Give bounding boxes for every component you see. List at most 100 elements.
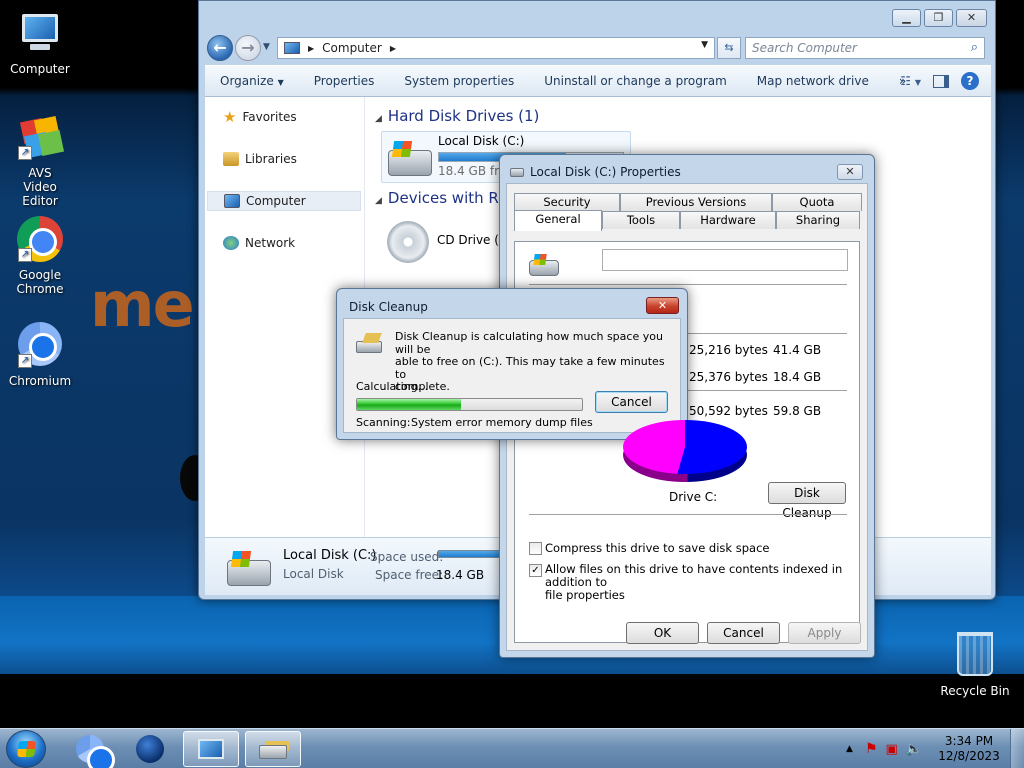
desktop-icon-label: Recycle Bin (940, 684, 1010, 698)
drive-label: Drive C: (669, 490, 718, 504)
system-properties-command[interactable]: System properties (389, 74, 529, 88)
desktop-icon-google-chrome[interactable]: ↗ Google Chrome (0, 216, 80, 296)
tab-quota[interactable]: Quota (772, 193, 862, 211)
recent-pages-icon[interactable]: ▼ (263, 42, 270, 52)
taskbar-explorer[interactable] (183, 731, 239, 767)
start-button[interactable] (6, 730, 46, 768)
drive-name: Local Disk (C:) (438, 134, 525, 148)
tab-previous-versions[interactable]: Previous Versions (620, 193, 772, 211)
hard-drive-icon (388, 141, 432, 176)
disk-cleanup-title: Disk Cleanup (349, 300, 428, 314)
disk-cleanup-close-button[interactable]: ✕ (646, 297, 679, 314)
help-icon[interactable]: ? (961, 72, 979, 90)
address-segment[interactable]: Computer (322, 41, 382, 55)
volume-icon[interactable]: 🔈 (906, 742, 922, 757)
hard-drive-icon (227, 551, 271, 586)
address-bar[interactable]: ▶ Computer ▶ ▼ (277, 37, 715, 59)
desktop-icon-recycle-bin[interactable]: Recycle Bin (935, 632, 1015, 698)
apply-button[interactable]: Apply (788, 622, 861, 644)
organize-menu[interactable]: Organize ▼ (205, 74, 299, 88)
navigation-bar: ← → ▼ ▶ Computer ▶ ▼ ⇆ Search Computer ⌕ (205, 34, 991, 62)
ok-button[interactable]: OK (626, 622, 699, 644)
star-icon: ★ (223, 108, 237, 126)
taskbar-chromium[interactable] (62, 731, 118, 768)
free-space-bytes: 25,376 bytes (689, 370, 768, 384)
search-input[interactable]: Search Computer ⌕ (745, 37, 985, 59)
uninstall-program-command[interactable]: Uninstall or change a program (529, 74, 742, 88)
maximize-button[interactable]: ❐ (924, 9, 953, 27)
index-label: Allow files on this drive to have conten… (545, 562, 843, 602)
tab-hardware[interactable]: Hardware (680, 211, 776, 229)
hard-drive-icon (529, 254, 559, 276)
tab-general[interactable]: General (514, 210, 602, 231)
index-checkbox[interactable]: ✓ (529, 564, 542, 577)
action-center-icon[interactable]: ⚑ (865, 741, 878, 757)
show-hidden-icons-icon[interactable]: ▲ (846, 744, 853, 754)
desktop-icon-computer[interactable]: Computer (0, 10, 80, 76)
search-placeholder: Search Computer (752, 41, 857, 55)
disk-usage-pie-chart (623, 420, 747, 482)
taskbar-disk-cleanup[interactable] (245, 731, 301, 767)
address-chevron-icon[interactable]: ▶ (390, 44, 396, 53)
desktop-icon-label: AVS Video Editor (22, 166, 58, 208)
forward-button[interactable]: → (235, 35, 261, 61)
tab-sharing[interactable]: Sharing (776, 211, 860, 229)
properties-command[interactable]: Properties (299, 74, 390, 88)
network-status-icon[interactable]: ▣ (886, 742, 898, 757)
scanning-label: Scanning: (356, 416, 411, 429)
free-space-size: 18.4 GB (773, 370, 822, 384)
clock[interactable]: 3:34 PM 12/8/2023 (928, 734, 1010, 764)
disk-cleanup-button[interactable]: Disk Cleanup (768, 482, 846, 520)
address-dropdown-icon[interactable]: ▼ (701, 40, 708, 50)
refresh-button[interactable]: ⇆ (717, 37, 741, 59)
map-network-drive-command[interactable]: Map network drive (742, 74, 884, 88)
change-view-icon[interactable]: ☷ ▼ (900, 74, 921, 88)
taskbar-browser-globe[interactable] (122, 731, 178, 767)
nav-item-favorites[interactable]: ★ Favorites (207, 107, 361, 127)
address-chevron-icon[interactable]: ▶ (308, 44, 314, 53)
cd-drive-icon (387, 221, 429, 263)
nav-item-libraries[interactable]: Libraries (207, 149, 361, 169)
used-space-bytes: 25,216 bytes (689, 343, 768, 357)
disk-cleanup-dialog: Disk Cleanup ✕ Disk Cleanup is calculati… (336, 288, 688, 440)
details-space-bar (438, 550, 508, 558)
tab-tools[interactable]: Tools (602, 211, 680, 229)
compress-label: Compress this drive to save disk space (545, 541, 770, 555)
disk-cleanup-body: Disk Cleanup is calculating how much spa… (343, 318, 681, 433)
cancel-button[interactable]: Cancel (707, 622, 780, 644)
computer-icon (198, 739, 224, 759)
details-space-used-label: Space used: (370, 550, 444, 564)
disk-cleanup-icon (259, 745, 287, 759)
nav-item-computer[interactable]: Computer (207, 191, 361, 211)
group-hard-disk-drives[interactable]: ◢ Hard Disk Drives (1) (375, 107, 539, 125)
details-drive-name: Local Disk (C:) (283, 548, 377, 563)
close-button[interactable]: ✕ (956, 9, 987, 27)
desktop-icon-chromium[interactable]: ↗ Chromium (0, 322, 80, 388)
preview-pane-icon[interactable] (933, 74, 949, 88)
computer-icon (224, 194, 240, 208)
show-desktop-button[interactable] (1010, 729, 1024, 768)
libraries-icon (223, 152, 239, 166)
details-space-free-value: 18.4 GB (436, 568, 485, 582)
nav-item-network[interactable]: Network (207, 233, 361, 253)
disk-cleanup-icon (354, 333, 384, 355)
back-button[interactable]: ← (207, 35, 233, 61)
search-icon[interactable]: ⌕ (971, 38, 978, 58)
compress-checkbox[interactable] (529, 542, 542, 555)
taskbar: ▲ ⚑ ▣ 🔈 3:34 PM 12/8/2023 (0, 728, 1024, 768)
chromium-icon (76, 735, 115, 768)
desktop-icon-avs-video-editor[interactable]: ↗ AVS Video Editor (0, 114, 80, 208)
drive-label-input[interactable] (602, 249, 848, 271)
tab-security[interactable]: Security (514, 193, 620, 211)
used-space-size: 41.4 GB (773, 343, 822, 357)
minimize-button[interactable]: ▁ (892, 9, 921, 27)
chromium-icon: ↗ (16, 322, 64, 370)
properties-close-button[interactable]: ✕ (837, 164, 863, 180)
disk-cleanup-message: Disk Cleanup is calculating how much spa… (395, 330, 665, 393)
computer-small-icon (284, 42, 300, 54)
desktop-icon-label: Google Chrome (16, 268, 64, 296)
capacity-bytes: 50,592 bytes (689, 404, 768, 418)
wallpaper-text: me (90, 268, 195, 341)
cleanup-cancel-button[interactable]: Cancel (595, 391, 668, 413)
computer-icon (16, 10, 64, 58)
